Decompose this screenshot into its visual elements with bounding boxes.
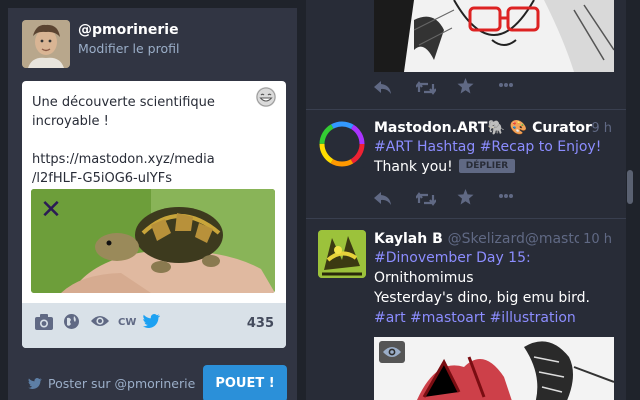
sketch-drawing-image [374,0,614,72]
show-more-button[interactable]: DÉPLIER [458,159,516,173]
tortoise-photo [31,189,275,293]
media-attachment-thumbnail[interactable]: ✕ [31,189,275,293]
avatar[interactable] [22,20,70,68]
twitter-bird-icon [28,378,42,389]
emoji-picker-button[interactable] [256,87,276,107]
boost-icon[interactable] [415,191,437,211]
reply-icon[interactable] [374,191,392,211]
character-counter: 435 [246,316,274,331]
home-timeline[interactable]: Mastodon.ART🐘 🎨 Curator 9 h #ART Hashtag… [306,0,626,400]
timeline-status[interactable] [306,0,626,110]
status-display-name[interactable]: Mastodon.ART🐘 🎨 Curator [374,120,592,136]
avatar[interactable] [318,230,366,278]
status-content-line: Ornithomimus [374,270,474,286]
camera-icon[interactable] [34,313,54,335]
toot-button[interactable]: POUET ! [203,365,287,400]
globe-icon[interactable] [63,313,80,334]
more-options-icon[interactable] [498,77,514,98]
status-media-image[interactable] [374,337,614,400]
favourite-star-icon[interactable] [457,78,474,99]
status-display-name: Kaylah B [374,231,443,247]
compose-textarea[interactable]: Une découverte scientifique incroyable !… [32,93,252,188]
status-content-line: Yesterday's dino, big emu bird. [374,290,590,306]
status-content-line: Thank you! DÉPLIER [374,159,516,175]
grinning-face-icon [256,87,276,107]
cross-post-toggle[interactable]: Poster sur @pmorinerie [28,376,195,391]
timeline-status[interactable]: Kaylah B @Skelizard@mastodo 10 h #Dinove… [306,220,626,400]
hide-media-button[interactable] [379,341,405,363]
status-timestamp[interactable]: 10 h [579,232,612,247]
status-media-image[interactable] [374,0,614,72]
compose-form: Une découverte scientifique incroyable !… [22,81,286,348]
content-warning-button[interactable]: CW [118,317,136,328]
dinosaur-sketch-image [374,337,614,400]
reply-icon[interactable] [374,80,392,100]
more-options-icon[interactable] [498,188,514,209]
scrollbar-thumb[interactable] [627,0,633,400]
timeline-status[interactable]: Mastodon.ART🐘 🎨 Curator 9 h #ART Hashtag… [306,111,626,219]
edit-profile-link[interactable]: Modifier le profil [78,41,179,56]
compose-panel: @pmorinerie Modifier le profil Une décou… [8,8,297,400]
compose-toolbar: CW 435 [22,303,286,348]
avatar[interactable] [318,120,366,168]
status-timestamp[interactable]: 9 h [591,121,612,136]
twitter-bird-icon[interactable] [143,314,161,332]
eye-icon[interactable] [90,314,110,332]
favourite-star-icon[interactable] [457,189,474,210]
remove-attachment-icon[interactable]: ✕ [38,197,64,223]
eye-icon [383,347,401,357]
status-content-line[interactable]: #ART Hashtag #Recap to Enjoy! [374,139,601,155]
account-handle: @pmorinerie [78,22,179,38]
status-text: Thank you! [374,159,453,175]
boost-icon[interactable] [415,80,437,100]
cross-post-label: Poster sur @pmorinerie [48,376,196,391]
status-content-line[interactable]: #Dinovember Day 15: [374,250,531,266]
status-content-line[interactable]: #art #mastoart #illustration [374,310,576,326]
status-author[interactable]: Kaylah B @Skelizard@mastodo [374,231,600,247]
status-account-handle: @Skelizard@mastodo [447,231,600,247]
